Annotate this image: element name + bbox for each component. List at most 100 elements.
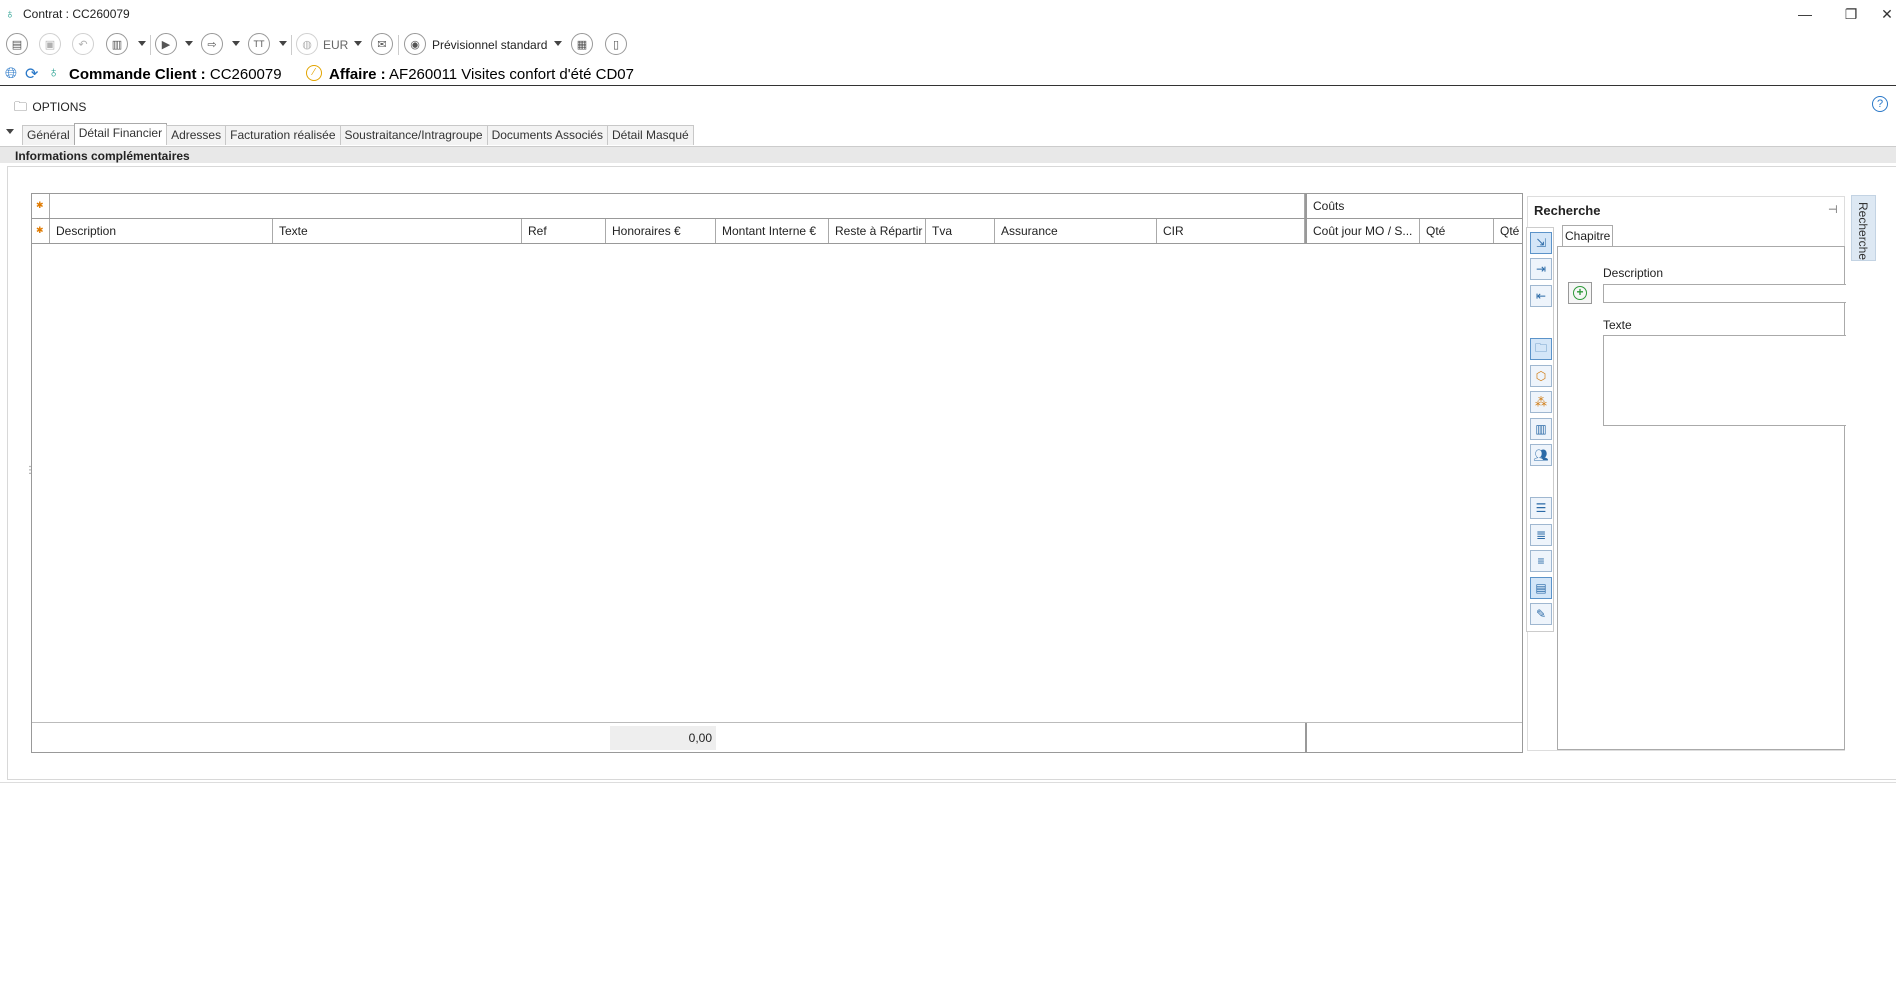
edit-table-button[interactable]: ✎ (1530, 603, 1552, 625)
play-dropdown-caret[interactable] (185, 41, 193, 46)
view-dropdown-caret[interactable] (554, 41, 562, 46)
package-button[interactable]: ⬡ (1530, 365, 1552, 387)
commande-client: Commande Client : CC260079 (69, 66, 282, 83)
group-header-couts: Coûts (1305, 194, 1524, 218)
text-format-dropdown-caret[interactable] (279, 41, 287, 46)
tab-bar: Général Détail Financier Adresses Factur… (22, 123, 694, 145)
tab-soustraitance[interactable]: Soustraitance/Intragroupe (339, 125, 488, 145)
col-texte[interactable]: Texte (273, 219, 522, 243)
tab-detail-financier[interactable]: Détail Financier (73, 123, 168, 145)
merge-rows-button[interactable]: ≡ (1530, 550, 1552, 572)
footer-honoraires-total: 0,00 (610, 726, 716, 750)
contract-icon: ♁ (48, 64, 60, 81)
insert-row-button[interactable]: ⇲ (1530, 232, 1552, 254)
col-montant-interne[interactable]: Montant Interne € (716, 219, 829, 243)
panel-view-button[interactable]: ▯ (605, 33, 627, 55)
eye-icon: ◉ (410, 38, 420, 51)
affaire-label: Affaire : (329, 66, 386, 83)
collapse-caret[interactable] (6, 129, 14, 134)
col-description[interactable]: Description (49, 219, 273, 243)
mail-button[interactable]: ✉ (371, 33, 393, 55)
folder-settings-icon: 🗀︎ (14, 99, 28, 114)
cubes-icon: ⁂ (1535, 395, 1547, 409)
col-reste-a-repartir[interactable]: Reste à Répartir (829, 219, 926, 243)
minimize-button[interactable]: — (1790, 4, 1820, 24)
folder-icon: 🗀︎ (1534, 340, 1547, 355)
collapse-rows-button[interactable]: ≣ (1530, 524, 1552, 546)
col-tva[interactable]: Tva (926, 219, 995, 243)
description-input[interactable] (1603, 284, 1846, 303)
col-ref[interactable]: Ref (522, 219, 606, 243)
play-button[interactable]: ▶ (155, 33, 177, 55)
export-dropdown-caret[interactable] (232, 41, 240, 46)
tab-facturation-realisee[interactable]: Facturation réalisée (225, 125, 341, 145)
close-button[interactable]: ✕ (1878, 4, 1896, 24)
chapter-folder-button[interactable]: 🗀︎ (1530, 338, 1552, 360)
col-qte[interactable]: Qté (1420, 219, 1494, 243)
save-icon: ▣ (44, 38, 56, 51)
column-header-row: ✱ Description Texte Ref Honoraires € Mon… (32, 219, 1522, 244)
tool-strip: ⇲ ⇥ ⇤ 🗀︎ ⬡ ⁂ ▥ 👥︎ ☰ ≣ ≡ ▤ ✎ (1526, 227, 1554, 632)
options-button[interactable]: 🗀︎ OPTIONS (14, 98, 86, 120)
tab-adresses[interactable]: Adresses (166, 125, 227, 145)
col-qte-2[interactable]: Qté (1494, 219, 1524, 243)
tab-detail-masque[interactable]: Détail Masqué (606, 125, 694, 145)
search-tab-chapitre[interactable]: Chapitre (1562, 225, 1614, 246)
layout-table-button[interactable]: ▤ (1530, 577, 1552, 599)
col-cir[interactable]: CIR (1157, 219, 1305, 243)
bottom-divider (0, 782, 1896, 783)
save-button[interactable]: ▣ (39, 33, 61, 55)
team-button[interactable]: 👥︎ (1530, 444, 1552, 466)
globe-icon[interactable]: 🌐︎ (5, 65, 17, 82)
insert-after-button[interactable]: ⇥ (1530, 258, 1552, 280)
chart-button[interactable]: ▥ (106, 33, 128, 55)
options-label: OPTIONS (32, 100, 87, 114)
catalog-button[interactable]: ▥ (1530, 418, 1552, 440)
rows-collapse-icon: ≣ (1535, 528, 1547, 542)
play-icon: ▶ (161, 38, 171, 51)
export-button[interactable]: ⇨ (201, 33, 223, 55)
refresh-icon[interactable]: ⟳ (25, 64, 38, 84)
window-title: Contrat : CC260079 (23, 7, 130, 21)
view-button[interactable]: ◉ (404, 33, 426, 55)
texte-input[interactable] (1603, 335, 1846, 426)
currency-label[interactable]: EUR (323, 38, 348, 52)
tab-documents-associes[interactable]: Documents Associés (486, 125, 608, 145)
info-bar: Informations complémentaires (0, 146, 1896, 163)
col-cout-jour[interactable]: Coût jour MO / S... (1305, 219, 1420, 243)
text-format-button[interactable]: TT (248, 33, 270, 55)
group-header-empty (49, 194, 1305, 218)
col-assurance[interactable]: Assurance (995, 219, 1157, 243)
description-label: Description (1603, 266, 1664, 280)
title-bar: ♁ Contrat : CC260079 — ❐ ✕ (0, 0, 1896, 28)
search-side-tab-label: Recherche (1856, 202, 1870, 261)
add-button[interactable]: + (1568, 282, 1592, 304)
affaire-value[interactable]: AF260011 Visites confort d'été CD07 (389, 66, 634, 83)
currency-button[interactable]: ◍ (296, 33, 318, 55)
insert-before-icon: ⇤ (1535, 289, 1547, 303)
insert-row-icon: ⇲ (1535, 236, 1547, 250)
search-side-tab[interactable]: Recherche (1851, 195, 1876, 261)
status-icon: ⁄ (306, 65, 322, 81)
table-edit-icon: ✎ (1535, 607, 1547, 621)
undo-button[interactable]: ↶ (72, 33, 94, 55)
pin-icon[interactable]: ⊣ (1828, 203, 1838, 216)
new-row-marker-icon: ✱ (36, 200, 44, 210)
restore-button[interactable]: ❐ (1836, 4, 1866, 24)
table-layout-icon: ▤ (1535, 581, 1547, 595)
expand-rows-button[interactable]: ☰ (1530, 497, 1552, 519)
col-honoraires[interactable]: Honoraires € (606, 219, 716, 243)
print-button[interactable]: ▤ (6, 33, 28, 55)
toolbar: ▤ ▣ ↶ ▥ ▶ ⇨ TT ◍ EUR ✉ ◉ Prévisionnel st… (0, 30, 1896, 60)
new-row-marker-icon: ✱ (36, 225, 44, 235)
insert-before-button[interactable]: ⇤ (1530, 285, 1552, 307)
components-button[interactable]: ⁂ (1530, 391, 1552, 413)
chart-dropdown-caret[interactable] (138, 41, 146, 46)
tab-general[interactable]: Général (22, 125, 75, 145)
help-icon[interactable]: ? (1872, 96, 1888, 112)
book-icon: ▥ (1535, 422, 1547, 436)
grid-view-button[interactable]: ▦ (571, 33, 593, 55)
view-selector[interactable]: Prévisionnel standard (432, 38, 547, 52)
currency-dropdown-caret[interactable] (354, 41, 362, 46)
toolbar-separator (398, 35, 399, 55)
